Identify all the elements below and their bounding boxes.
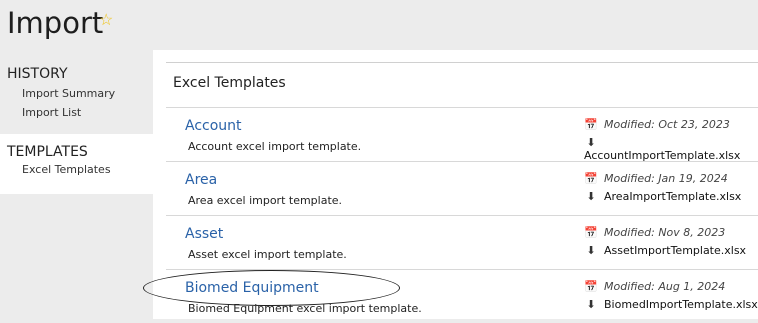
template-row: Area Area excel import template. 📅 Modifi…	[166, 161, 758, 215]
template-description: Area excel import template.	[188, 194, 343, 207]
highlight-ellipse-annotation	[143, 270, 400, 306]
panel-title: Excel Templates	[173, 75, 286, 91]
template-row: Asset Asset excel import template. 📅 Modi…	[166, 215, 758, 269]
modified-date: 📅 Modified: Jan 19, 2024	[584, 172, 728, 185]
calendar-icon: 📅	[584, 118, 598, 131]
download-icon: ⬇	[586, 136, 596, 149]
calendar-icon: 📅	[584, 280, 598, 293]
sidebar-item-excel-templates[interactable]: Excel Templates	[0, 160, 153, 179]
template-name-link[interactable]: Area	[185, 172, 217, 188]
modified-date: 📅 Modified: Aug 1, 2024	[584, 280, 725, 293]
download-icon: ⬇	[586, 244, 596, 257]
download-link[interactable]: ⬇ AssetImportTemplate.xlsx	[584, 244, 746, 257]
history-section: HISTORY Import Summary Import List	[0, 66, 153, 122]
file-name[interactable]: AssetImportTemplate.xlsx	[604, 244, 746, 257]
calendar-icon: 📅	[584, 172, 598, 185]
file-name[interactable]: AreaImportTemplate.xlsx	[604, 190, 741, 203]
template-name-link[interactable]: Account	[185, 118, 242, 134]
calendar-icon: 📅	[584, 226, 598, 239]
download-icon: ⬇	[586, 298, 596, 311]
template-description: Account excel import template.	[188, 140, 362, 153]
sidebar-item-import-list[interactable]: Import List	[0, 103, 153, 122]
download-link[interactable]: ⬇ BiomedImportTemplate.xlsx	[584, 298, 758, 311]
download-icon: ⬇	[586, 190, 596, 203]
modified-text: Modified: Jan 19, 2024	[604, 172, 728, 185]
template-name-link[interactable]: Asset	[185, 226, 223, 242]
divider	[166, 62, 758, 63]
download-link[interactable]: ⬇ AreaImportTemplate.xlsx	[584, 190, 741, 203]
modified-text: Modified: Nov 8, 2023	[604, 226, 726, 239]
modified-text: Modified: Aug 1, 2024	[604, 280, 726, 293]
sidebar-item-import-summary[interactable]: Import Summary	[0, 84, 153, 103]
page-title: Import	[7, 6, 104, 40]
modified-text: Modified: Oct 23, 2023	[604, 118, 730, 131]
download-link[interactable]: ⬇AccountImportTemplate.xlsx	[584, 136, 758, 162]
template-description: Asset excel import template.	[188, 248, 347, 261]
template-row: Account Account excel import template. 📅…	[166, 107, 758, 162]
history-heading: HISTORY	[7, 66, 68, 82]
favorite-star-icon[interactable]: ☆	[99, 10, 113, 30]
file-name[interactable]: BiomedImportTemplate.xlsx	[604, 298, 758, 311]
templates-heading: TEMPLATES	[7, 144, 88, 160]
modified-date: 📅 Modified: Nov 8, 2023	[584, 226, 725, 239]
modified-date: 📅 Modified: Oct 23, 2023	[584, 118, 730, 131]
templates-section: TEMPLATES Excel Templates	[0, 134, 153, 194]
